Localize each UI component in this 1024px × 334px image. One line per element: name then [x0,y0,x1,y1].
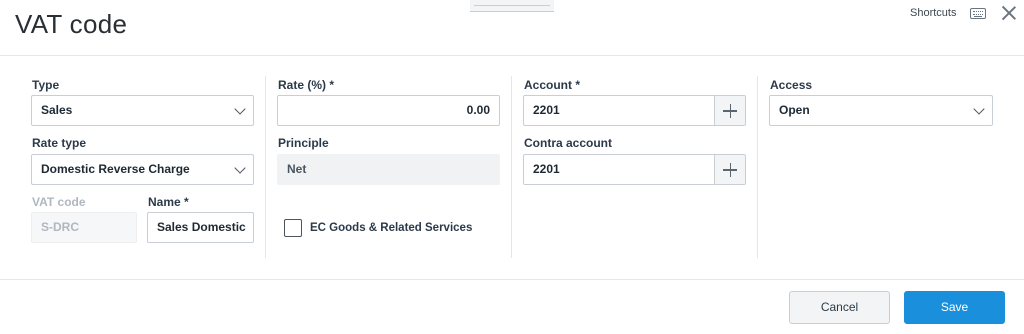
access-value: Open [779,103,810,117]
type-label: Type [32,78,60,92]
contra-account-input[interactable]: 2201 [523,154,746,185]
principle-field: Net [277,154,500,185]
ec-goods-checkbox[interactable] [284,219,302,237]
name-label: Name * [148,195,189,209]
rate-type-label: Rate type [32,136,87,150]
rate-input[interactable]: 0.00 [277,95,500,126]
contra-account-label: Contra account [524,136,613,150]
rate-type-value: Domestic Reverse Charge [41,162,190,176]
access-label: Access [770,78,813,92]
type-select[interactable]: Sales [31,95,254,126]
account-value: 2201 [533,103,560,117]
account-input[interactable]: 2201 [523,95,746,126]
chevron-down-icon [234,103,246,115]
drag-handle[interactable] [470,0,554,12]
contra-account-value: 2201 [533,162,560,176]
rate-label: Rate (%) * [278,78,335,92]
ec-goods-label[interactable]: EC Goods & Related Services [310,222,472,234]
column-divider-1 [265,76,266,258]
dialog-title: VAT code [15,9,128,39]
column-divider-3 [757,76,758,258]
vat-code-field: S-DRC [31,212,137,243]
save-button[interactable]: Save [904,291,1005,324]
chevron-down-icon [234,162,246,174]
rate-type-select[interactable]: Domestic Reverse Charge [31,154,254,185]
dialog-header: VAT code Shortcuts [0,0,1024,56]
column-divider-2 [511,76,512,258]
contra-account-add-button[interactable] [714,155,745,184]
vat-code-label: VAT code [32,195,86,209]
chevron-down-icon [973,103,985,115]
cancel-button[interactable]: Cancel [789,291,890,324]
shortcuts-link[interactable]: Shortcuts [910,7,956,19]
close-icon[interactable] [1000,4,1018,22]
type-value: Sales [41,103,73,117]
keyboard-icon[interactable] [970,8,986,19]
access-select[interactable]: Open [769,95,993,126]
account-label: Account * [524,78,581,92]
name-input[interactable]: Sales Domestic [147,212,254,243]
principle-label: Principle [278,136,329,150]
account-add-button[interactable] [714,96,745,125]
